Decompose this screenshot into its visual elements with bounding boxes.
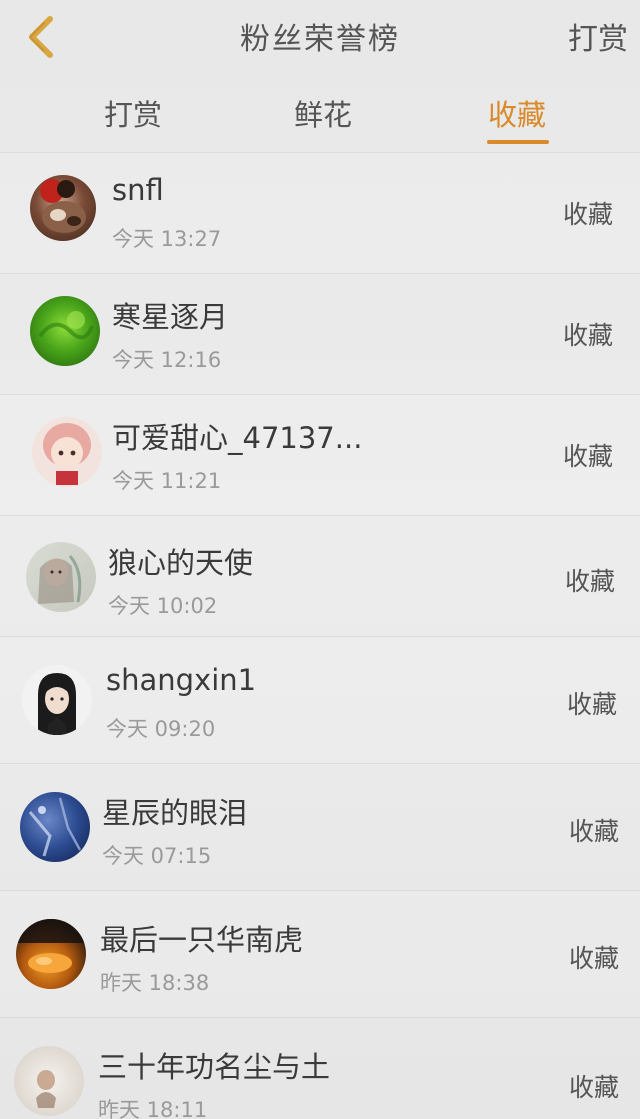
list-item[interactable]: 寒星逐月 今天 12:16 收藏 (0, 273, 640, 394)
fan-honor-screen: 粉丝荣誉榜 打赏 打赏 鲜花 收藏 snfl 今天 13:27 收藏 寒星逐月 … (0, 0, 640, 1119)
avatar (26, 542, 96, 612)
reward-button[interactable]: 打赏 (568, 14, 628, 58)
avatar (32, 417, 102, 487)
favorite-label: 收藏 (569, 1073, 620, 1102)
avatar (22, 665, 92, 735)
list-item[interactable]: 最后一只华南虎 昨天 18:38 收藏 (0, 890, 640, 1017)
favorite-label: 收藏 (569, 817, 620, 846)
timestamp: 今天 07:15 (102, 844, 212, 868)
timestamp: 今天 13:27 (112, 227, 222, 251)
timestamp: 昨天 18:11 (98, 1098, 208, 1119)
tab-bar: 打赏 鲜花 收藏 (0, 74, 640, 152)
avatar (16, 919, 86, 989)
timestamp: 今天 09:20 (106, 717, 216, 741)
timestamp: 今天 11:21 (112, 469, 222, 493)
list-item[interactable]: snfl 今天 13:27 收藏 (0, 152, 640, 273)
avatar (20, 792, 90, 862)
favorite-label: 收藏 (569, 944, 620, 973)
user-name: shangxin1 (106, 663, 257, 697)
tab-favorites[interactable]: 收藏 (488, 92, 546, 134)
user-name: 三十年功名尘与土 (98, 1050, 331, 1084)
avatar (30, 296, 100, 366)
list-item[interactable]: 狼心的天使 今天 10:02 收藏 (0, 515, 640, 636)
timestamp: 昨天 18:38 (100, 971, 210, 995)
favorite-label: 收藏 (563, 200, 614, 229)
user-name: 狼心的天使 (108, 546, 254, 580)
favorite-label: 收藏 (565, 567, 616, 596)
list-item[interactable]: 可爱甜心_47137... 今天 11:21 收藏 (0, 394, 640, 515)
avatar (30, 175, 96, 241)
header: 粉丝荣誉榜 打赏 (0, 0, 640, 74)
avatar (14, 1046, 84, 1116)
list-item[interactable]: 星辰的眼泪 今天 07:15 收藏 (0, 763, 640, 890)
fan-list: snfl 今天 13:27 收藏 寒星逐月 今天 12:16 收藏 可爱甜心_4… (0, 152, 640, 1119)
favorite-label: 收藏 (567, 690, 618, 719)
list-item[interactable]: 三十年功名尘与土 昨天 18:11 收藏 (0, 1017, 640, 1119)
page-title: 粉丝荣誉榜 (240, 22, 400, 57)
user-name: 寒星逐月 (112, 300, 229, 334)
timestamp: 今天 10:02 (108, 594, 218, 618)
user-name: 可爱甜心_47137... (112, 421, 363, 455)
user-name: 星辰的眼泪 (102, 796, 248, 830)
user-name: snfl (112, 173, 164, 207)
timestamp: 今天 12:16 (112, 348, 222, 372)
favorite-label: 收藏 (563, 321, 614, 350)
list-item[interactable]: shangxin1 今天 09:20 收藏 (0, 636, 640, 763)
active-tab-indicator (487, 140, 549, 144)
tab-reward[interactable]: 打赏 (104, 92, 162, 134)
user-name: 最后一只华南虎 (100, 923, 304, 957)
tab-flowers[interactable]: 鲜花 (294, 92, 352, 134)
favorite-label: 收藏 (563, 442, 614, 471)
